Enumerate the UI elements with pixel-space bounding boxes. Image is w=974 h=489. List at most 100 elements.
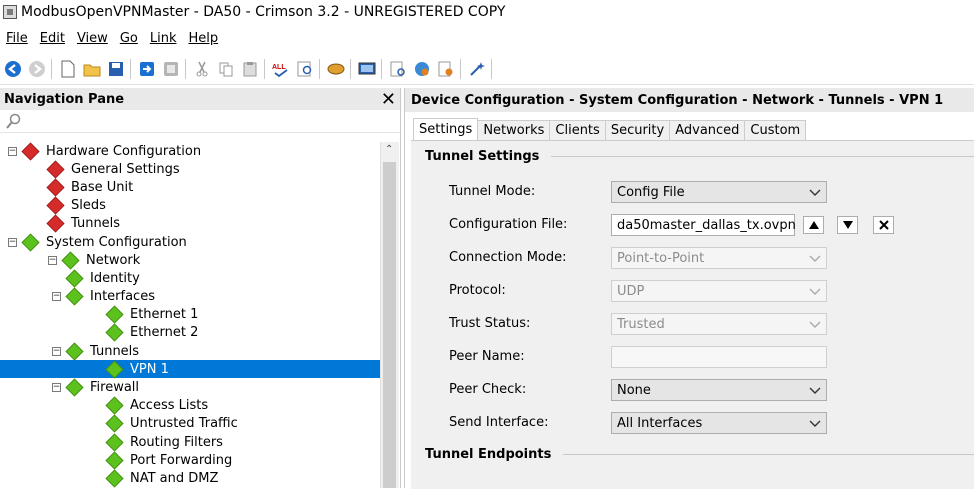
red-diamond-icon	[46, 160, 65, 179]
peer-name-label: Peer Name:	[449, 349, 525, 364]
tree-item[interactable]: Tunnels	[0, 214, 380, 233]
handshake-icon[interactable]	[325, 58, 347, 80]
tree-item-label: Base Unit	[71, 179, 134, 195]
menu-file[interactable]: File	[6, 31, 28, 46]
peer-name-input	[611, 346, 827, 368]
menu-go[interactable]: Go	[120, 31, 138, 46]
collapse-toggle-icon[interactable]: −	[52, 383, 61, 393]
cut-icon[interactable]	[191, 58, 213, 80]
toolbar-separator	[491, 59, 492, 79]
tree-item[interactable]: Base Unit	[0, 178, 380, 197]
collapse-toggle-icon[interactable]: −	[52, 292, 61, 302]
tree-item[interactable]: Routing Filters	[0, 433, 380, 452]
blue-arrow-icon[interactable]	[136, 58, 158, 80]
tab-strip: Settings Networks Clients Security Advan…	[413, 118, 807, 141]
green-diamond-icon	[65, 269, 84, 288]
nav-scrollbar[interactable]: ⌃	[380, 142, 399, 488]
move-down-button[interactable]	[837, 216, 858, 234]
protocol-select: UDP	[611, 280, 827, 302]
close-icon[interactable]: ✕	[381, 89, 396, 110]
tree-item[interactable]: General Settings	[0, 160, 380, 179]
tree-item[interactable]: − Firewall	[0, 378, 380, 397]
app-icon[interactable]	[3, 5, 17, 19]
tab-custom[interactable]: Custom	[744, 120, 807, 141]
collapse-toggle-icon[interactable]: −	[8, 237, 17, 247]
find-in-folder-icon[interactable]	[435, 58, 457, 80]
menu-edit[interactable]: Edit	[40, 31, 65, 46]
close-icon	[878, 220, 889, 230]
config-file-label: Configuration File:	[449, 217, 568, 232]
select-value: UDP	[617, 283, 645, 299]
toolbar-separator	[264, 59, 265, 79]
send-interface-label: Send Interface:	[449, 415, 549, 430]
tree-item[interactable]: Sleds	[0, 196, 380, 215]
save-icon[interactable]	[105, 58, 127, 80]
tree-item-label: Untrusted Traffic	[130, 416, 238, 432]
tree-item[interactable]: Untrusted Traffic	[0, 414, 380, 433]
tree-item-label: Tunnels	[90, 343, 140, 359]
nav-title: Navigation Pane	[4, 91, 125, 107]
tree-item-label: General Settings	[71, 161, 180, 177]
tree-item[interactable]: Identity	[0, 269, 380, 288]
globe-gear-icon[interactable]	[411, 58, 433, 80]
connection-mode-label: Connection Mode:	[449, 250, 567, 265]
back-icon[interactable]	[2, 58, 24, 80]
open-folder-icon[interactable]	[81, 58, 103, 80]
collapse-toggle-icon[interactable]: −	[8, 146, 17, 156]
document-search-icon[interactable]	[387, 58, 409, 80]
group-title: Tunnel Settings	[425, 149, 540, 164]
chevron-down-icon	[809, 321, 821, 328]
menu-help[interactable]: Help	[188, 31, 218, 46]
tree-item[interactable]: − Interfaces	[0, 287, 380, 306]
select-value: Point-to-Point	[617, 250, 705, 266]
scroll-up-icon[interactable]: ⌃	[385, 144, 393, 155]
config-file-input[interactable]: da50master_dallas_tx.ovpn	[611, 214, 796, 236]
tab-networks[interactable]: Networks	[477, 120, 551, 141]
wand-icon[interactable]	[466, 58, 488, 80]
clear-button[interactable]	[873, 216, 894, 234]
green-diamond-icon	[21, 233, 40, 252]
monitor-icon[interactable]	[356, 58, 378, 80]
toolbar-separator	[185, 59, 186, 79]
tab-settings[interactable]: Settings	[413, 118, 479, 141]
move-up-button[interactable]	[803, 216, 824, 234]
tree-item[interactable]: VPN 1	[0, 360, 380, 379]
tree-item[interactable]: Ethernet 1	[0, 305, 380, 324]
tree-item-label: System Configuration	[46, 234, 187, 250]
gray-box-icon[interactable]	[160, 58, 182, 80]
nav-search[interactable]	[0, 110, 400, 133]
tree-item-label: Access Lists	[130, 398, 209, 414]
trust-status-select: Trusted	[611, 313, 827, 335]
send-interface-select[interactable]: All Interfaces	[611, 412, 827, 434]
paste-icon[interactable]	[239, 58, 261, 80]
copy-icon[interactable]	[215, 58, 237, 80]
triangle-down-icon	[842, 221, 853, 229]
tree-item[interactable]: − System Configuration	[0, 233, 380, 252]
new-file-icon[interactable]	[57, 58, 79, 80]
spell-check-icon[interactable]: ALL	[270, 58, 292, 80]
tunnel-mode-select[interactable]: Config File	[611, 181, 827, 203]
tree-item[interactable]: − Tunnels	[0, 342, 380, 361]
tab-security[interactable]: Security	[604, 120, 671, 141]
tree-item[interactable]: − Network	[0, 251, 380, 270]
tree-item[interactable]: Ethernet 2	[0, 323, 380, 342]
divider	[551, 156, 974, 157]
scroll-thumb[interactable]	[383, 162, 396, 488]
tab-advanced[interactable]: Advanced	[669, 120, 746, 141]
tab-clients[interactable]: Clients	[549, 120, 606, 141]
menu-view[interactable]: View	[77, 31, 108, 46]
tree-item-label: Hardware Configuration	[46, 143, 202, 159]
select-value: Trusted	[617, 316, 665, 332]
tree-item[interactable]: − Hardware Configuration	[0, 142, 380, 161]
tree-item[interactable]: NAT and DMZ	[0, 469, 380, 488]
peer-check-select[interactable]: None	[611, 379, 827, 401]
collapse-toggle-icon[interactable]: −	[48, 255, 57, 265]
menu-link[interactable]: Link	[150, 31, 177, 46]
collapse-toggle-icon[interactable]: −	[52, 346, 61, 356]
find-icon[interactable]	[294, 58, 316, 80]
tree-item[interactable]: Access Lists	[0, 396, 380, 415]
tree-item[interactable]: Port Forwarding	[0, 451, 380, 470]
group-title: Tunnel Endpoints	[425, 447, 552, 462]
forward-icon[interactable]	[26, 58, 48, 80]
select-value: None	[617, 382, 651, 398]
